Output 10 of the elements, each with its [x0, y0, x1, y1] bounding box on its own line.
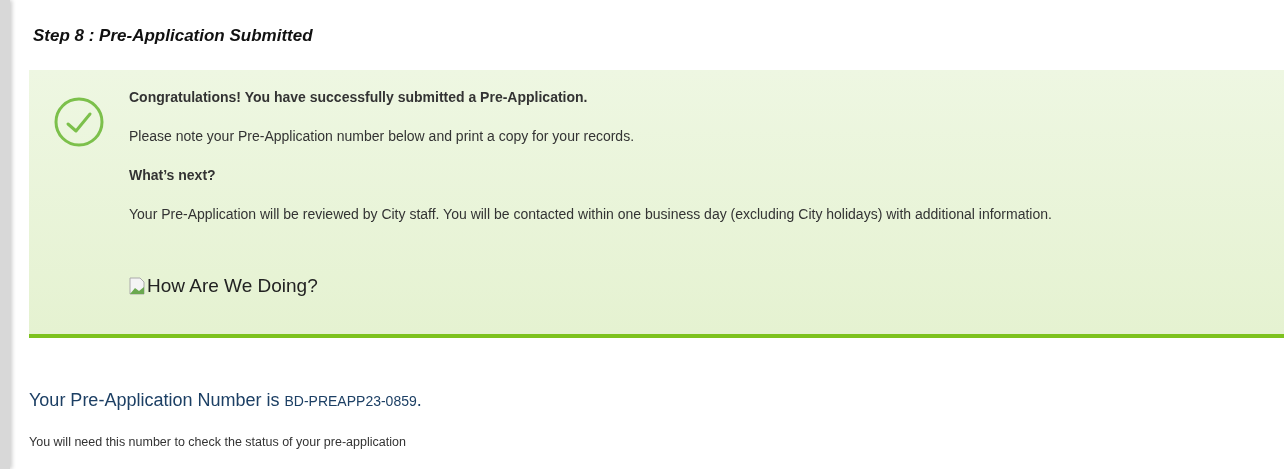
- note-text: You will need this number to check the status of your pre-application: [29, 435, 407, 449]
- checkmark-icon: [53, 96, 105, 148]
- message-text: Please note your Pre-Application number below and print a copy for your records.: [129, 127, 636, 145]
- message-text: Congratulations! You have successfully submitted a Pre-Application.: [129, 88, 589, 106]
- message-text: Your Pre-Application will be reviewed by City staff. You will be contacted within one business day (excluding City holidays) with additional information.: [129, 205, 1052, 223]
- broken-image-icon: [129, 277, 145, 295]
- step-title: Step 8 : Pre-Application Submitted: [33, 26, 314, 47]
- message-text: What’s next?: [129, 166, 217, 184]
- application-number-heading: Your Pre-Application Number is BD-PREAPP23-0859.: [29, 390, 423, 411]
- survey-image-alt-text[interactable]: How Are We Doing?: [147, 275, 318, 297]
